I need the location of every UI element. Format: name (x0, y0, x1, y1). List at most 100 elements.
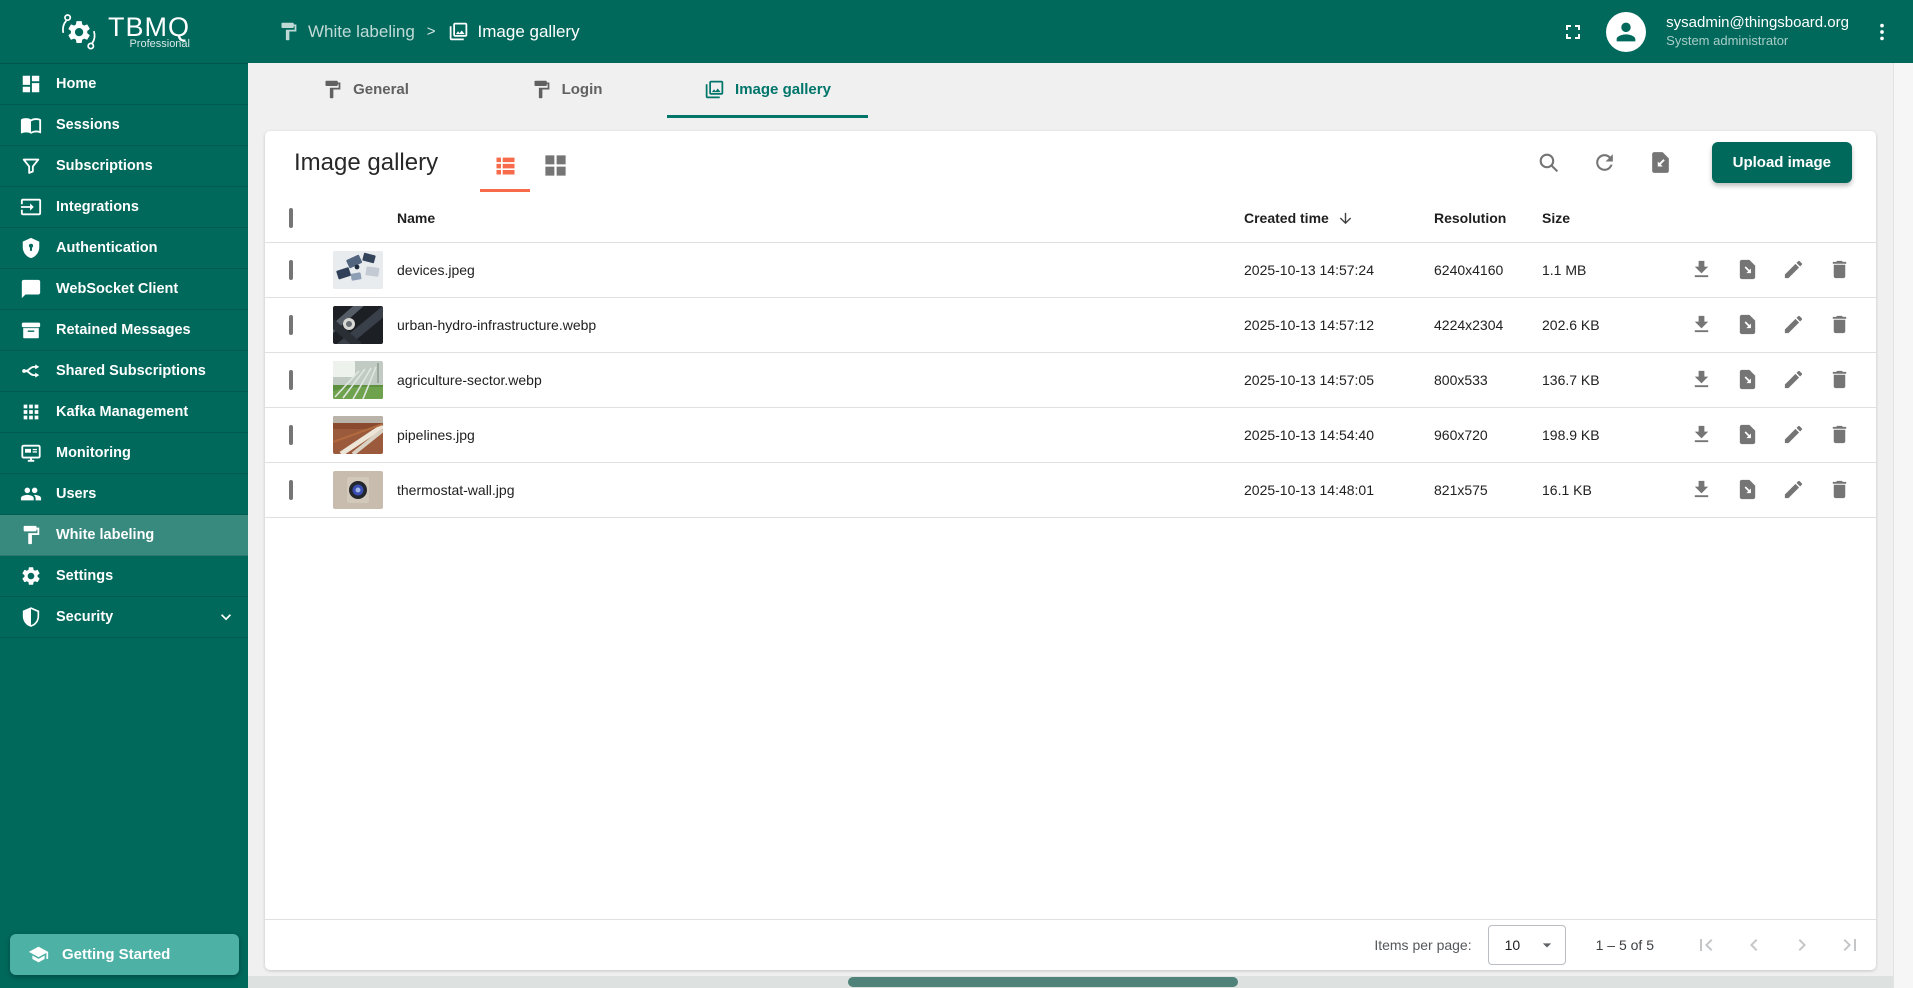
select-all-checkbox[interactable] (289, 208, 293, 228)
row-checkbox[interactable] (289, 260, 293, 280)
breadcrumb-label: White labeling (308, 21, 415, 41)
dashboard-icon (20, 73, 42, 95)
prev-page-icon[interactable] (1742, 933, 1766, 957)
sidebar-item-websocket-client[interactable]: WebSocket Client (0, 269, 248, 310)
edit-icon[interactable] (1782, 423, 1806, 447)
grid-view-toggle[interactable] (530, 142, 580, 192)
import-file-icon[interactable] (1648, 150, 1674, 176)
horizontal-scrollbar-thumb[interactable] (848, 977, 1238, 987)
list-view-toggle[interactable] (480, 142, 531, 192)
sidebar-item-subscriptions[interactable]: Subscriptions (0, 146, 248, 187)
sidebar-item-retained-messages[interactable]: Retained Messages (0, 310, 248, 351)
row-checkbox[interactable] (289, 315, 293, 335)
app-logo[interactable]: TBMQ Professional (0, 0, 248, 63)
getting-started-label: Getting Started (62, 946, 171, 963)
column-header-name[interactable]: Name (397, 210, 1244, 226)
table-row[interactable]: pipelines.jpg 2025-10-13 14:54:40 960x72… (265, 408, 1876, 463)
row-actions (1682, 313, 1852, 337)
sidebar-item-authentication[interactable]: Authentication (0, 228, 248, 269)
input-icon (20, 196, 42, 218)
download-icon[interactable] (1690, 478, 1714, 502)
table-row[interactable]: agriculture-sector.webp 2025-10-13 14:57… (265, 353, 1876, 408)
table-row[interactable]: thermostat-wall.jpg 2025-10-13 14:48:01 … (265, 463, 1876, 518)
column-header-created-time[interactable]: Created time (1244, 210, 1434, 227)
fullscreen-icon[interactable] (1560, 19, 1586, 45)
cell-resolution: 821x575 (1434, 482, 1488, 498)
download-icon[interactable] (1690, 258, 1714, 282)
sidebar-item-settings[interactable]: Settings (0, 556, 248, 597)
search-icon[interactable] (1536, 150, 1562, 176)
items-per-page-select[interactable]: 10 (1487, 925, 1566, 965)
download-icon[interactable] (1690, 313, 1714, 337)
export-file-icon[interactable] (1736, 313, 1760, 337)
delete-icon[interactable] (1828, 368, 1852, 392)
paint-roller-icon (278, 21, 299, 42)
cell-name: urban-hydro-infrastructure.webp (397, 317, 597, 333)
breadcrumb-separator: > (426, 23, 436, 40)
sidebar-item-label: Integrations (56, 199, 139, 215)
table-row[interactable]: urban-hydro-infrastructure.webp 2025-10-… (265, 298, 1876, 353)
cell-name: pipelines.jpg (397, 427, 475, 443)
sidebar-item-white-labeling[interactable]: White labeling (0, 515, 248, 556)
sidebar-item-label: White labeling (56, 527, 155, 543)
edit-icon[interactable] (1782, 258, 1806, 282)
delete-icon[interactable] (1828, 478, 1852, 502)
upload-image-button[interactable]: Upload image (1711, 142, 1852, 183)
tab-general[interactable]: General (265, 63, 466, 118)
tab-login[interactable]: Login (466, 63, 667, 118)
column-header-size[interactable]: Size (1542, 210, 1682, 226)
delete-icon[interactable] (1828, 258, 1852, 282)
vertical-scrollbar[interactable] (1893, 63, 1913, 988)
items-per-page-label: Items per page: (1374, 937, 1472, 953)
sidebar-item-integrations[interactable]: Integrations (0, 187, 248, 228)
sidebar-item-label: Sessions (56, 117, 120, 133)
list-view-icon (492, 152, 519, 179)
getting-started-button[interactable]: Getting Started (10, 934, 239, 975)
people-icon (20, 483, 42, 505)
refresh-icon[interactable] (1592, 150, 1618, 176)
row-checkbox[interactable] (289, 480, 293, 500)
sidebar-item-security[interactable]: Security (0, 597, 248, 638)
sidebar-item-label: Monitoring (56, 445, 131, 461)
download-icon[interactable] (1690, 423, 1714, 447)
sidebar-item-shared-subscriptions[interactable]: Shared Subscriptions (0, 351, 248, 392)
user-info[interactable]: sysadmin@thingsboard.org System administ… (1666, 14, 1849, 49)
export-file-icon[interactable] (1736, 258, 1760, 282)
download-icon[interactable] (1690, 368, 1714, 392)
breadcrumb-item-image-gallery[interactable]: Image gallery (448, 21, 580, 42)
row-checkbox[interactable] (289, 370, 293, 390)
export-file-icon[interactable] (1736, 423, 1760, 447)
breadcrumb-item-white-labeling[interactable]: White labeling (278, 21, 415, 42)
sidebar-item-label: Home (56, 76, 97, 92)
table-row[interactable]: devices.jpeg 2025-10-13 14:57:24 6240x41… (265, 243, 1876, 298)
paginator: Items per page: 10 1 – 5 of 5 (265, 919, 1876, 970)
sidebar-item-kafka-management[interactable]: Kafka Management (0, 392, 248, 433)
sidebar-item-users[interactable]: Users (0, 474, 248, 515)
user-email: sysadmin@thingsboard.org (1666, 14, 1849, 31)
school-icon (28, 944, 49, 965)
more-vert-icon[interactable] (1869, 19, 1895, 45)
horizontal-scrollbar (248, 976, 1893, 988)
tbmq-gear-logo-icon (58, 11, 100, 53)
edit-icon[interactable] (1782, 478, 1806, 502)
shield-lock-icon (20, 237, 42, 259)
edit-icon[interactable] (1782, 313, 1806, 337)
tab-image-gallery[interactable]: Image gallery (667, 63, 868, 118)
edit-icon[interactable] (1782, 368, 1806, 392)
column-header-resolution[interactable]: Resolution (1434, 210, 1542, 226)
delete-icon[interactable] (1828, 313, 1852, 337)
last-page-icon[interactable] (1838, 933, 1862, 957)
sidebar-item-monitoring[interactable]: Monitoring (0, 433, 248, 474)
export-file-icon[interactable] (1736, 478, 1760, 502)
export-file-icon[interactable] (1736, 368, 1760, 392)
next-page-icon[interactable] (1790, 933, 1814, 957)
cell-created-time: 2025-10-13 14:54:40 (1244, 427, 1374, 443)
sidebar-nav: Home Sessions Subscriptions Integrations… (0, 64, 248, 638)
first-page-icon[interactable] (1694, 933, 1718, 957)
row-checkbox[interactable] (289, 425, 293, 445)
sidebar-item-sessions[interactable]: Sessions (0, 105, 248, 146)
tab-bar: General Login Image gallery (248, 63, 1893, 119)
avatar[interactable] (1606, 11, 1647, 52)
sidebar-item-home[interactable]: Home (0, 64, 248, 105)
delete-icon[interactable] (1828, 423, 1852, 447)
